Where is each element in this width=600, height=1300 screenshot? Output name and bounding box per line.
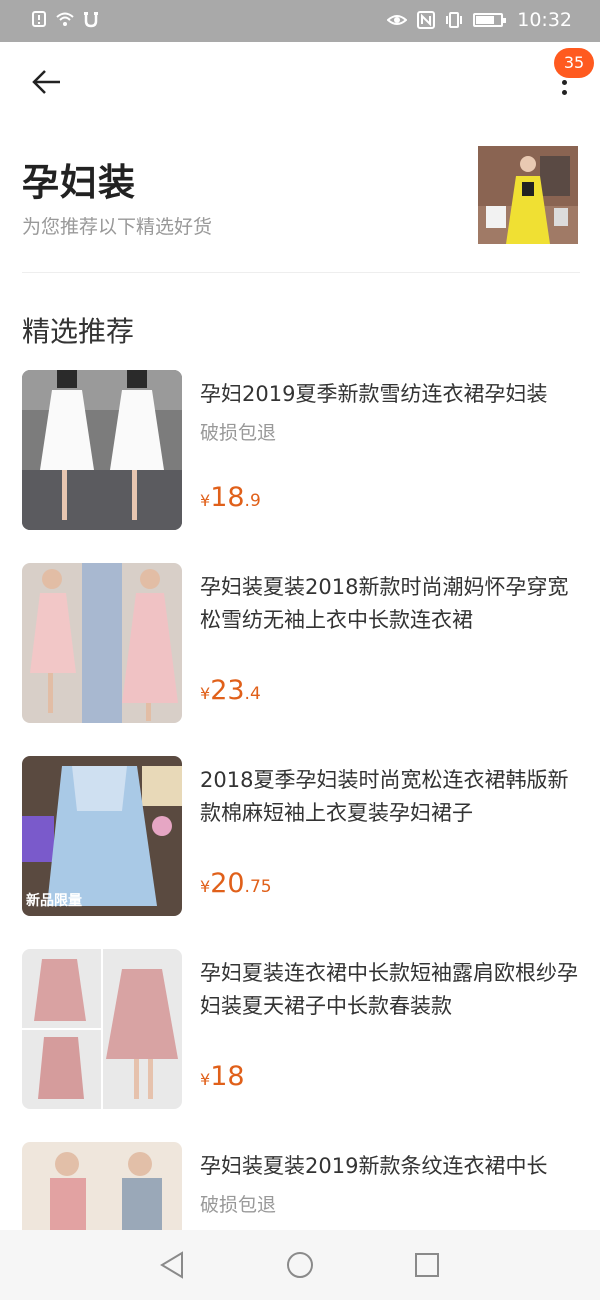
product-price: ¥18 (200, 1061, 245, 1092)
alert-icon (32, 11, 46, 27)
product-image[interactable] (22, 1142, 182, 1230)
price-decimal: .9 (244, 491, 261, 511)
more-vertical-icon-dot (561, 80, 567, 85)
product-image[interactable] (22, 563, 182, 723)
vibrate-icon (446, 12, 463, 28)
status-left-icons (30, 10, 100, 28)
notification-icon (84, 12, 98, 28)
back-button[interactable] (24, 62, 68, 102)
eye-icon (387, 15, 408, 25)
product-card[interactable]: 孕妇夏装连衣裙中长款短袖露肩欧根纱孕妇装夏天裙子中长款春装款 ¥18 (0, 949, 600, 1119)
product-title: 2018夏季孕妇装时尚宽松连衣裙韩版新款棉麻短袖上衣夏装孕妇裙子 (200, 768, 569, 825)
nav-home-circle-icon[interactable] (283, 1248, 317, 1282)
more-vertical-icon-dot (561, 90, 567, 95)
price-decimal: .75 (244, 877, 272, 897)
category-thumbnail[interactable] (478, 146, 578, 244)
product-price: ¥20.75 (200, 868, 272, 899)
product-title: 孕妇夏装连衣裙中长款短袖露肩欧根纱孕妇装夏天裙子中长款春装款 (200, 961, 578, 1018)
price-integer: 20 (210, 868, 245, 899)
system-nav-bar (0, 1230, 600, 1300)
product-card[interactable]: 孕妇2019夏季新款雪纺连衣裙孕妇装 破损包退 ¥18.9 (0, 370, 600, 540)
section-divider (22, 272, 580, 273)
price-decimal: .4 (244, 684, 261, 704)
product-price: ¥18.9 (200, 482, 261, 513)
nav-back-triangle-icon[interactable] (156, 1248, 190, 1282)
notification-badge[interactable]: 35 (554, 48, 594, 78)
product-card[interactable]: 新品限量 2018夏季孕妇装时尚宽松连衣裙韩版新款棉麻短袖上衣夏装孕妇裙子 ¥2… (0, 756, 600, 926)
status-bar: 10:32 (0, 0, 600, 42)
image-label: 新品限量 (26, 893, 82, 909)
page-subtitle: 为您推荐以下精选好货 (22, 216, 213, 238)
product-title: 孕妇2019夏季新款雪纺连衣裙孕妇装 (200, 382, 548, 406)
product-card[interactable]: 孕妇装夏装2018新款时尚潮妈怀孕穿宽松雪纺无袖上衣中长款连衣裙 ¥23.4 (0, 563, 600, 733)
nfc-icon (417, 11, 436, 29)
product-image[interactable] (22, 949, 182, 1109)
nav-recents-square-icon[interactable] (410, 1248, 444, 1282)
price-integer: 18 (210, 1061, 245, 1092)
price-integer: 23 (210, 675, 245, 706)
status-time: 10:32 (517, 9, 572, 31)
price-currency: ¥ (200, 491, 211, 510)
battery-icon (473, 13, 507, 27)
price-currency: ¥ (200, 684, 211, 703)
wifi-icon (56, 12, 74, 26)
section-title: 精选推荐 (22, 315, 135, 348)
product-tag: 破损包退 (200, 1194, 277, 1216)
product-title: 孕妇装夏装2019新款条纹连衣裙中长 (200, 1154, 548, 1178)
price-integer: 18 (210, 482, 245, 513)
top-app-bar: 35 (0, 42, 600, 122)
product-image[interactable] (22, 370, 182, 530)
status-right-icons: 10:32 (387, 9, 572, 31)
page-title: 孕妇装 (22, 161, 136, 204)
product-card[interactable]: 孕妇装夏装2019新款条纹连衣裙中长 破损包退 (0, 1142, 600, 1230)
product-tag: 破损包退 (200, 422, 277, 444)
product-title: 孕妇装夏装2018新款时尚潮妈怀孕穿宽松雪纺无袖上衣中长款连衣裙 (200, 575, 569, 632)
price-currency: ¥ (200, 877, 211, 896)
back-arrow-icon (32, 70, 60, 94)
product-price: ¥23.4 (200, 675, 261, 706)
price-currency: ¥ (200, 1070, 211, 1089)
product-image[interactable]: 新品限量 (22, 756, 182, 916)
